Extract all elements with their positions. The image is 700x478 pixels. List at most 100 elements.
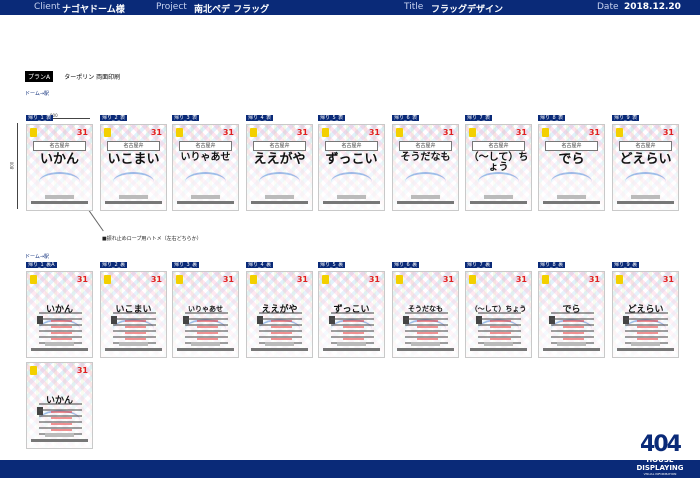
flag-card: 31 ずっこい (318, 271, 385, 358)
number-badge: 31 (515, 128, 527, 137)
sponsor-strip (337, 342, 366, 346)
flag-label: 帰り_9_裏 (612, 262, 640, 268)
client-label: Client (34, 2, 61, 12)
flag-label: 帰り_9_表 (612, 115, 640, 121)
flag-word: いかん (45, 396, 73, 406)
flag-card: 31 いかん (26, 271, 93, 358)
footer-strip (105, 348, 162, 351)
flag-word: でら (562, 305, 581, 315)
flag-word: ずっこい (333, 305, 370, 315)
flag-subtitle: 名古屋弁 (33, 141, 86, 151)
logo-mark-icon (250, 275, 257, 284)
sponsor-strip (265, 195, 294, 199)
flag-word: いかん (39, 152, 79, 167)
sponsor-strip (191, 195, 220, 199)
sponsor-strip (557, 195, 586, 199)
number-badge: 31 (76, 275, 88, 284)
title-value: フラッグデザイン (431, 5, 504, 15)
dome-arc (39, 172, 80, 192)
example-text-lines (637, 320, 658, 344)
number-badge: 31 (76, 366, 88, 375)
plan-heading: プランA ターポリン 両面印刷 (25, 66, 120, 82)
flag-label: 帰り_8_裏 (538, 262, 566, 268)
dome-arc (405, 172, 446, 192)
dome-arc (551, 172, 592, 192)
flag-label: 帰り_1_裏A (26, 262, 57, 268)
number-badge: 31 (296, 128, 308, 137)
footer-strip (617, 348, 674, 351)
flag-word: ずっこい (325, 152, 378, 167)
flag-card: 31 どえらい (612, 271, 679, 358)
flag-label: 帰り_7_表 (465, 115, 493, 121)
logo-mark-icon (542, 128, 549, 137)
flag-subtitle: 名古屋弁 (472, 141, 525, 151)
footer-strip (251, 348, 308, 351)
footer-strip (31, 439, 88, 442)
flag-word: そうだなも (408, 305, 443, 313)
flag-word: いりゃあせ (180, 152, 231, 163)
footer-strip (105, 201, 162, 204)
example-text-lines (490, 320, 511, 344)
flag-subtitle: 名古屋弁 (545, 141, 598, 151)
brand-number: 404 (640, 432, 682, 457)
flag-word: （〜して）ちょう (468, 152, 529, 173)
title-label: Title (404, 2, 424, 12)
sponsor-strip (484, 342, 513, 346)
brand-line3: VISUAL INFORMATION (643, 472, 677, 476)
flag-subtitle: 名古屋弁 (107, 141, 160, 151)
sponsor-strip (45, 433, 74, 437)
flag-subtitle: 名古屋弁 (619, 141, 672, 151)
date-label: Date (597, 2, 619, 12)
footer-strip (251, 201, 308, 204)
number-badge: 31 (368, 275, 380, 284)
sponsor-strip (411, 342, 440, 346)
brand-line1: HOUSE (646, 456, 674, 464)
example-text-lines (343, 320, 364, 344)
height-dimension: 800 (9, 161, 15, 170)
number-badge: 31 (150, 275, 162, 284)
flag-label: 帰り_1_表 (26, 115, 54, 121)
footer-strip (617, 201, 674, 204)
dome-arc (625, 172, 666, 192)
sponsor-strip (45, 195, 74, 199)
footer-strip (323, 348, 380, 351)
footer-strip (543, 201, 600, 204)
example-text-lines (563, 320, 584, 344)
flag-word: いこまい (115, 305, 152, 315)
flag-card: 31 名古屋弁 どえらい (612, 124, 679, 211)
logo-mark-icon (176, 275, 183, 284)
client-value: ナゴヤドーム様 (62, 5, 125, 15)
flag-subtitle: 名古屋弁 (253, 141, 306, 151)
flag-card: 31 名古屋弁 いかん (26, 124, 93, 211)
logo-mark-icon (250, 128, 257, 137)
dome-arc (478, 172, 519, 192)
flag-label: 帰り_4_裏 (246, 262, 274, 268)
flag-card: 31 名古屋弁 ええがや (246, 124, 313, 211)
footer-strip (470, 201, 527, 204)
footer-strip (177, 201, 234, 204)
brand-logo: 404 HOUSE DISPLAYING VISUAL INFORMATION (627, 432, 693, 477)
grommet-note: ■振れ止めロープ用ハトメ（左右どちらか） (102, 236, 202, 242)
example-text-lines (51, 411, 72, 435)
flag-card: 31 ええがや (246, 271, 313, 358)
flag-word: いりゃあせ (188, 305, 223, 313)
logo-mark-icon (30, 275, 37, 284)
dome-arc (259, 172, 300, 192)
example-text-lines (417, 320, 438, 344)
footer-strip (177, 348, 234, 351)
header-bar: Client ナゴヤドーム様 Project 南北ペデ フラッグ Title フ… (0, 0, 700, 15)
number-badge: 31 (368, 128, 380, 137)
height-dimension-line (17, 123, 18, 209)
flag-label: 帰り_2_表 (100, 115, 128, 121)
footer-bar (0, 460, 700, 478)
number-badge: 31 (296, 275, 308, 284)
flag-label: 帰り_2_裏 (100, 262, 128, 268)
logo-mark-icon (104, 275, 111, 284)
logo-mark-icon (616, 128, 623, 137)
logo-mark-icon (396, 275, 403, 284)
flag-word: どえらい (619, 152, 672, 167)
footer-strip (470, 348, 527, 351)
example-text-lines (271, 320, 292, 344)
flag-subtitle: 名古屋弁 (325, 141, 378, 151)
number-badge: 31 (150, 128, 162, 137)
